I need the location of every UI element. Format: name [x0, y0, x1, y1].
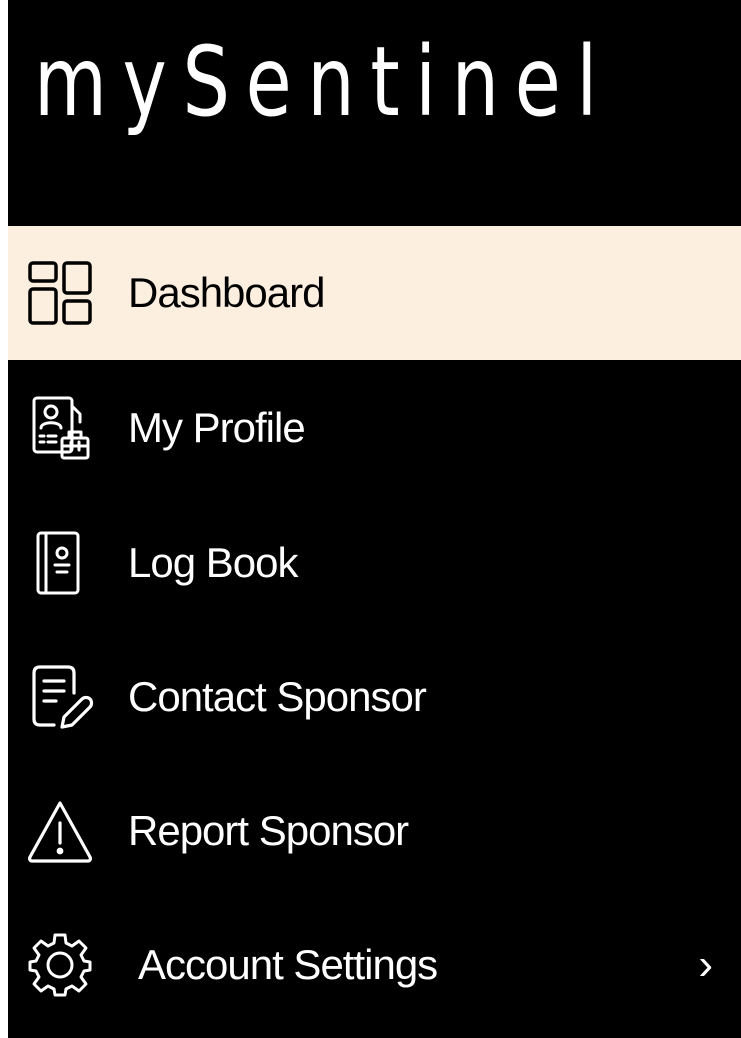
warning-icon: [24, 795, 96, 867]
chevron-right-icon: ›: [698, 940, 713, 989]
sidebar-item-my-profile[interactable]: My Profile: [8, 360, 741, 496]
sidebar-item-label: My Profile: [128, 404, 306, 451]
app-logo[interactable]: mySentinel: [34, 22, 613, 142]
sidebar-item-label: Contact Sponsor: [128, 673, 427, 720]
profile-icon: [24, 392, 96, 464]
sidebar-item-dashboard[interactable]: Dashboard: [8, 226, 741, 360]
edit-document-icon: [24, 661, 96, 733]
sidebar-item-account-settings[interactable]: Account Settings ›: [8, 898, 741, 1032]
gear-icon: [24, 929, 96, 1001]
sidebar-item-log-book[interactable]: Log Book: [8, 496, 741, 630]
sidebar-item-label: Report Sponsor: [128, 807, 409, 854]
sidebar-item-contact-sponsor[interactable]: Contact Sponsor: [8, 630, 741, 764]
sidebar-menu: Dashboard My Profile Log Book Contact Sp…: [8, 226, 741, 1032]
sidebar-item-label: Dashboard: [128, 269, 325, 316]
logbook-icon: [24, 527, 96, 599]
sidebar: mySentinel Dashboard My Profile Log Book…: [8, 0, 741, 1038]
sidebar-item-label: Account Settings: [138, 941, 438, 988]
sidebar-item-label: Log Book: [128, 539, 298, 586]
sidebar-item-report-sponsor[interactable]: Report Sponsor: [8, 764, 741, 898]
dashboard-icon: [24, 257, 96, 329]
